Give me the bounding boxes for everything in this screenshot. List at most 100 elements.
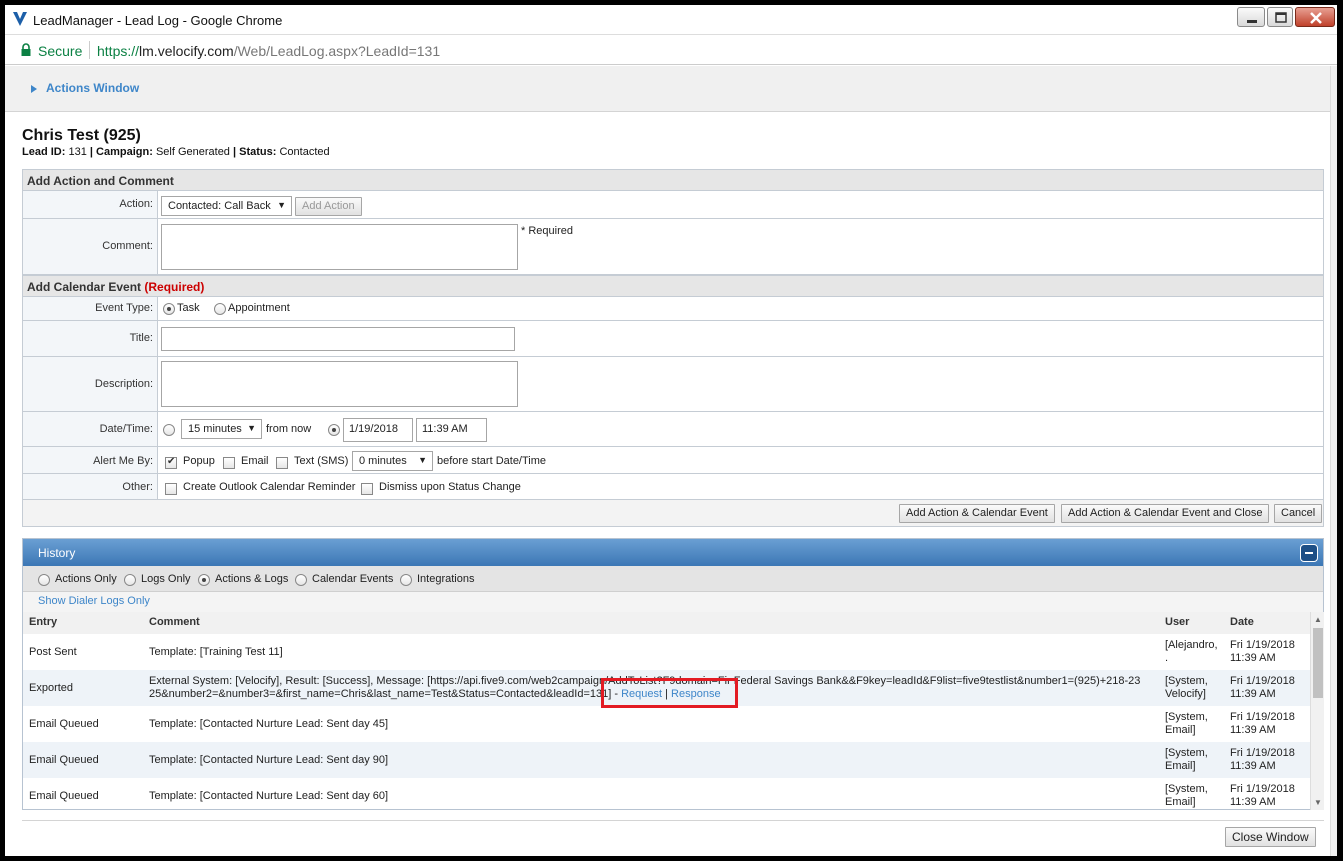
filter-actions-logs-radio[interactable] — [198, 574, 210, 586]
other-row: Other: Create Outlook Calendar Reminder … — [22, 474, 1324, 500]
date-cell: Fri 1/19/2018 11:39 AM — [1230, 639, 1295, 665]
scroll-down-icon[interactable]: ▼ — [1314, 798, 1322, 807]
column-entry: Entry — [29, 616, 58, 628]
url-path: /Web/LeadLog.aspx?LeadId=131 — [233, 43, 441, 59]
highlight-annotation — [601, 678, 738, 708]
add-action-calendar-button[interactable]: Add Action & Calendar Event — [899, 504, 1055, 523]
campaign-value: Self Generated — [155, 146, 230, 158]
history-panel: History Actions Only Logs Only Actions &… — [22, 538, 1324, 810]
time-line: 11:39 AM — [1230, 760, 1276, 772]
filter-logs-only-label: Logs Only — [141, 573, 191, 585]
filter-integrations-label: Integrations — [417, 573, 475, 585]
address-divider — [89, 41, 90, 59]
alert-sms-checkbox[interactable] — [276, 457, 288, 469]
calendar-header: Add Calendar Event (Required) — [22, 275, 1324, 297]
entry-cell: Exported — [29, 682, 74, 694]
window-title: LeadManager - Lead Log - Google Chrome — [33, 13, 283, 28]
user-line: [System, — [1165, 711, 1208, 723]
url-scheme: https:// — [97, 43, 140, 59]
close-window-button[interactable] — [1295, 7, 1335, 27]
from-now-label: from now — [266, 423, 312, 435]
time-input[interactable]: 11:39 AM — [416, 418, 487, 442]
comment-cell: Template: [Contacted Nurture Lead: Sent … — [149, 718, 389, 730]
filter-calendar-events-radio[interactable] — [295, 574, 307, 586]
alert-sms-label: Text (SMS) — [294, 455, 349, 467]
date-cell: Fri 1/19/2018 11:39 AM — [1230, 783, 1295, 809]
column-user: User — [1165, 616, 1190, 628]
event-type-task-radio[interactable] — [163, 303, 175, 315]
relative-time-radio[interactable] — [163, 424, 175, 436]
show-dialer-logs-link[interactable]: Show Dialer Logs Only — [38, 595, 150, 607]
entry-cell: Post Sent — [29, 646, 77, 658]
action-label: Action: — [23, 191, 158, 218]
close-icon — [1310, 12, 1322, 24]
title-input[interactable] — [161, 327, 515, 351]
scroll-up-icon[interactable]: ▲ — [1314, 615, 1322, 624]
alert-offset-value: 0 minutes — [359, 455, 407, 467]
event-type-appointment-radio[interactable] — [214, 303, 226, 315]
comment-label: Comment: — [23, 219, 158, 274]
filter-actions-only-label: Actions Only — [55, 573, 117, 585]
close-window-button[interactable]: Close Window — [1225, 827, 1316, 847]
user-line: [System, — [1165, 675, 1208, 687]
description-textarea[interactable] — [161, 361, 518, 407]
event-type-task-label: Task — [177, 302, 200, 314]
comment-textarea[interactable] — [161, 224, 518, 270]
user-cell: [System, Email] — [1165, 747, 1225, 773]
scroll-thumb[interactable] — [1313, 628, 1323, 698]
form-actions-bar: Add Action & Calendar Event Add Action &… — [22, 500, 1324, 527]
dismiss-status-checkbox[interactable] — [361, 483, 373, 495]
alert-popup-checkbox[interactable] — [165, 456, 177, 469]
filter-integrations-radio[interactable] — [400, 574, 412, 586]
alert-row: Alert Me By: Popup Email Text (SMS) 0 mi… — [22, 447, 1324, 474]
actions-window-bar[interactable]: Actions Window — [5, 66, 1330, 112]
user-cell: [System, Velocify] — [1165, 675, 1225, 701]
other-label: Other: — [23, 474, 158, 499]
user-line: Velocify] — [1165, 688, 1206, 700]
add-action-button[interactable]: Add Action — [295, 197, 362, 216]
minimize-button[interactable] — [1237, 7, 1265, 27]
user-cell: [System, Email] — [1165, 711, 1225, 737]
time-line: 11:39 AM — [1230, 688, 1276, 700]
status-label: Status: — [239, 146, 277, 158]
alert-offset-select[interactable]: 0 minutes ▼ — [352, 451, 433, 471]
time-line: 11:39 AM — [1230, 652, 1276, 664]
alert-email-checkbox[interactable] — [223, 457, 235, 469]
user-line: . — [1165, 652, 1169, 664]
add-action-title: Add Action and Comment — [27, 174, 174, 188]
lead-id-label: Lead ID: — [22, 146, 66, 158]
address-bar[interactable]: Secure https://lm.velocify.com/Web/LeadL… — [5, 35, 1337, 65]
alert-label: Alert Me By: — [23, 447, 158, 473]
url-text[interactable]: https://lm.velocify.com/Web/LeadLog.aspx… — [97, 43, 440, 59]
comment-line: 25&number2=&number3=&first_name=Chris&la… — [149, 688, 619, 700]
date-input[interactable]: 1/19/2018 — [343, 418, 413, 442]
user-cell: [System, Email] — [1165, 783, 1225, 809]
action-select[interactable]: Contacted: Call Back ▼ — [161, 196, 292, 216]
calendar-title: Add Calendar Event — [27, 280, 142, 294]
page-scrollbar[interactable] — [1330, 66, 1337, 856]
chevron-down-icon: ▼ — [277, 200, 286, 210]
alert-popup-label: Popup — [183, 455, 215, 467]
user-cell: [Alejandro,. — [1165, 639, 1225, 665]
add-action-header: Add Action and Comment — [22, 169, 1324, 191]
history-scrollbar[interactable]: ▲ ▼ — [1310, 612, 1324, 810]
actions-window-link[interactable]: Actions Window — [46, 81, 139, 95]
filter-actions-only-radio[interactable] — [38, 574, 50, 586]
filter-logs-only-radio[interactable] — [124, 574, 136, 586]
date-cell: Fri 1/19/2018 11:39 AM — [1230, 747, 1295, 773]
relative-time-select[interactable]: 15 minutes ▼ — [181, 419, 262, 439]
absolute-time-radio[interactable] — [328, 424, 340, 436]
add-action-calendar-close-button[interactable]: Add Action & Calendar Event and Close — [1061, 504, 1270, 523]
column-comment: Comment — [149, 616, 200, 628]
lock-icon — [21, 43, 31, 56]
collapse-button[interactable] — [1300, 544, 1318, 562]
outlook-reminder-label: Create Outlook Calendar Reminder — [183, 481, 356, 493]
alert-email-label: Email — [241, 455, 269, 467]
outlook-reminder-checkbox[interactable] — [165, 483, 177, 495]
maximize-button[interactable] — [1267, 7, 1293, 27]
cancel-button[interactable]: Cancel — [1274, 504, 1323, 523]
comment-row: Comment: * Required — [22, 219, 1324, 275]
campaign-label: Campaign: — [96, 146, 153, 158]
date-line: Fri 1/19/2018 — [1230, 747, 1295, 759]
velocify-logo-icon — [13, 12, 27, 26]
